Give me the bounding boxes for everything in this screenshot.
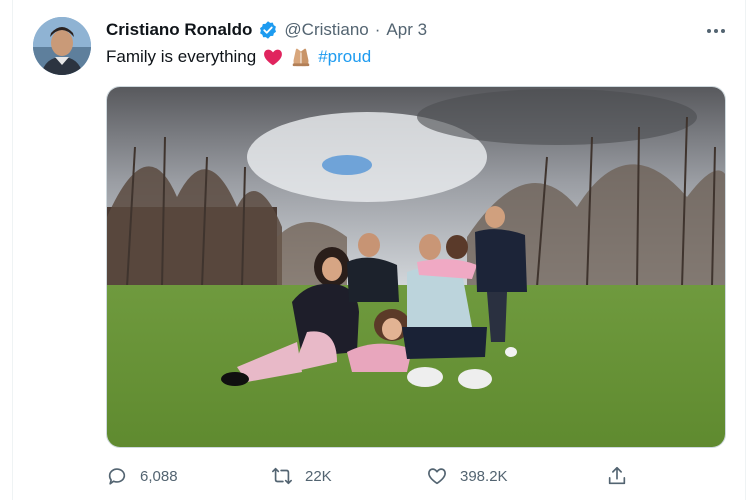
like-icon: [428, 468, 446, 485]
header-separator: ·: [374, 20, 381, 39]
avatar-image: [33, 17, 91, 75]
author-avatar[interactable]: [33, 17, 91, 75]
hashtag-link[interactable]: #proud: [318, 45, 371, 69]
share-button[interactable]: [606, 460, 628, 492]
tweet-actions: 6,088 22K 398.2K: [106, 460, 636, 492]
tweet-text: Family is everything #proud: [106, 45, 371, 69]
like-count: 398.2K: [460, 467, 508, 485]
author-name[interactable]: Cristiano Ronaldo: [106, 20, 252, 40]
red-heart-icon: [264, 49, 283, 66]
timeline-border-right: [745, 0, 746, 500]
share-icon: [608, 466, 626, 485]
author-handle[interactable]: @Cristiano: [284, 20, 368, 40]
reply-count: 6,088: [140, 467, 178, 485]
family-photo-image: [107, 87, 725, 447]
reply-button[interactable]: 6,088: [106, 460, 178, 492]
reply-icon: [108, 468, 126, 485]
timeline-border-left: [12, 0, 13, 500]
like-button[interactable]: 398.2K: [426, 460, 508, 492]
tweet-body-text: Family is everything: [106, 47, 257, 66]
retweet-count: 22K: [305, 467, 332, 485]
tweet-header: Cristiano Ronaldo @Cristiano · Apr 3: [106, 18, 427, 42]
verified-badge-icon: [260, 21, 277, 39]
more-icon[interactable]: [703, 22, 729, 40]
retweet-icon: [272, 467, 292, 485]
tweet-photo[interactable]: [106, 86, 726, 448]
retweet-button[interactable]: 22K: [271, 460, 332, 492]
tweet-date[interactable]: Apr 3: [386, 20, 427, 40]
folded-hands-icon: [292, 48, 310, 67]
